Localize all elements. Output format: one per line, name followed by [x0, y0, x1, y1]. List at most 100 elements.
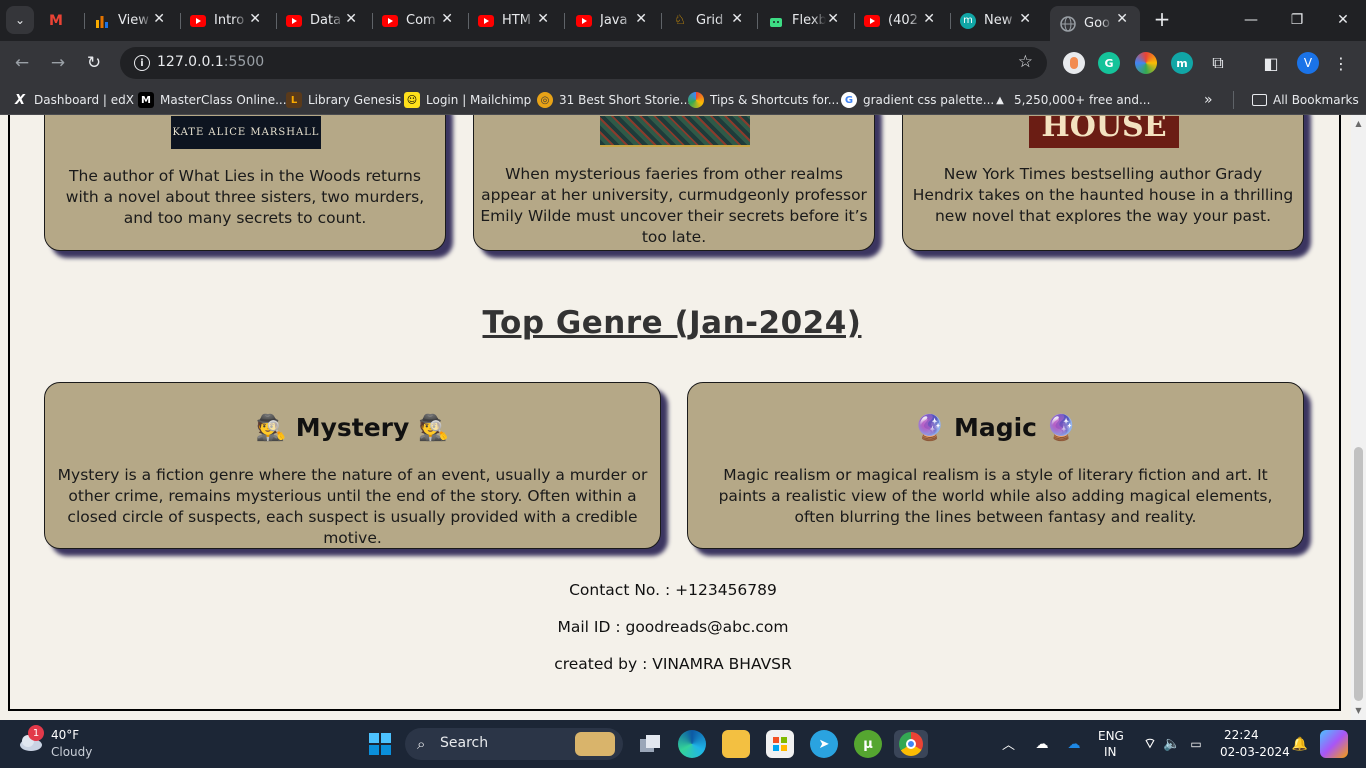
menu-dots-icon[interactable]: ⋮ [1330, 52, 1352, 74]
genre-description: Magic realism or magical realism is a st… [718, 466, 1273, 526]
side-panel-icon[interactable]: ◧ [1260, 52, 1282, 74]
edge-icon[interactable] [678, 730, 706, 758]
site-info-icon[interactable]: i [134, 55, 150, 71]
close-icon[interactable]: ✕ [249, 11, 261, 27]
tab-label: HTM [502, 13, 531, 28]
bookmark-free-images[interactable]: ▲ 5,250,000+ free and... [992, 91, 1150, 109]
reload-button[interactable]: ↻ [80, 49, 108, 77]
close-icon[interactable]: ✕ [537, 11, 549, 27]
close-icon[interactable]: ✕ [827, 11, 839, 27]
tab-label: Java [600, 13, 628, 28]
utorrent-icon[interactable]: µ [854, 730, 882, 758]
m-extension-icon[interactable]: m [1171, 52, 1193, 74]
windows-start-icon[interactable] [366, 730, 394, 758]
bookmark-gradient-css[interactable]: G gradient css palette... [841, 91, 994, 109]
weather-desc: Cloudy [51, 745, 93, 759]
tab-strip: ⌄ M View ✕ Intro ✕ Data ✕ Com ✕ HTM ✕ Ja… [0, 0, 1366, 41]
grammarly-icon[interactable]: G [1098, 52, 1120, 74]
notification-bell-icon[interactable]: 🔔 [1286, 730, 1314, 758]
task-view-icon[interactable] [636, 730, 664, 758]
tab-view[interactable]: View ✕ [84, 6, 177, 35]
close-icon[interactable]: ✕ [731, 11, 743, 27]
tab-com[interactable]: Com ✕ [372, 6, 465, 35]
tab-new[interactable]: m New ✕ [950, 6, 1043, 35]
tab-search-button[interactable]: ⌄ [6, 6, 34, 34]
bookmark-masterclass[interactable]: M MasterClass Online... [138, 91, 287, 109]
extensions-puzzle-icon[interactable]: ⧉ [1207, 52, 1229, 74]
taskbar-search[interactable]: ⌕ Search [405, 728, 623, 760]
color-picker-icon[interactable] [1135, 52, 1157, 74]
tab-intro[interactable]: Intro ✕ [180, 6, 273, 35]
book-cover-image: HOUSE [1029, 116, 1179, 148]
tab-grid[interactable]: ♘ Grid ✕ [662, 6, 755, 35]
tab-htm[interactable]: HTM ✕ [468, 6, 561, 35]
clock-date: 02-03-2024 [1220, 745, 1290, 759]
more-bookmarks-chevron-icon[interactable]: » [1204, 91, 1213, 109]
tab-gmail[interactable]: M [38, 6, 88, 35]
close-window-button[interactable]: ✕ [1320, 0, 1366, 40]
tab-youtube-402[interactable]: (402 ✕ [854, 6, 947, 35]
new-tab-button[interactable]: + [1150, 7, 1174, 31]
globe-icon [1060, 15, 1076, 32]
bookmark-edx[interactable]: X Dashboard | edX [12, 91, 134, 109]
page-viewport: KATE ALICE MARSHALL The author of What L… [0, 115, 1366, 720]
clock-time[interactable]: 22:24 [1224, 728, 1259, 742]
close-icon[interactable]: ✕ [153, 11, 165, 27]
close-icon[interactable]: ✕ [1019, 11, 1031, 27]
weather-widget[interactable]: 1 [18, 725, 44, 752]
language-indicator[interactable]: ENG [1098, 729, 1124, 743]
tab-label: Goo [1084, 16, 1110, 31]
bookmarks-divider [1233, 91, 1234, 109]
weather-temp: 40°F [51, 728, 80, 742]
search-icon: ⌕ [417, 735, 426, 753]
mailchimp-icon: ☺ [404, 92, 420, 108]
tray-chevron-icon[interactable]: ︿ [1002, 734, 1015, 753]
detective-icon: 🕵️ [418, 413, 450, 442]
book-description: New York Times bestselling author Grady … [912, 165, 1294, 225]
bookmark-mailchimp[interactable]: ☺ Login | Mailchimp [404, 91, 531, 109]
masterclass-icon: M [138, 92, 154, 108]
onedrive-icon[interactable]: ☁ [1028, 730, 1056, 758]
close-icon[interactable]: ✕ [923, 11, 935, 27]
browser-toolbar: ← → ↻ i 127.0.0.1:5500 ☆ G m ⧉ ◧ ⋮ [0, 41, 1366, 85]
scroll-up-icon[interactable]: ▲ [1354, 119, 1363, 128]
footer-contact: Contact No. : +123456789 [569, 581, 777, 599]
telegram-icon[interactable]: ➤ [810, 730, 838, 758]
copilot-icon[interactable] [1320, 730, 1348, 758]
chrome-taskbar-icon[interactable] [894, 730, 928, 758]
all-bookmarks-button[interactable]: All Bookmarks [1252, 91, 1359, 109]
onedrive-blue-icon[interactable]: ☁ [1060, 730, 1088, 758]
minimize-button[interactable]: — [1228, 0, 1274, 40]
tab-label: Com [406, 13, 436, 28]
profile-avatar[interactable]: V [1297, 52, 1319, 74]
extension-icon[interactable] [1063, 52, 1085, 74]
back-button[interactable]: ← [8, 49, 36, 77]
book-card: KATE ALICE MARSHALL The author of What L… [44, 115, 446, 251]
scrollbar-thumb[interactable] [1354, 447, 1363, 701]
restore-button[interactable]: ❐ [1274, 0, 1320, 40]
bookmark-star-icon[interactable]: ☆ [1018, 52, 1033, 72]
file-explorer-icon[interactable] [722, 730, 750, 758]
scroll-down-icon[interactable]: ▼ [1354, 706, 1363, 715]
close-icon[interactable]: ✕ [1116, 11, 1128, 27]
forward-button[interactable]: → [44, 49, 72, 77]
bookmark-short-stories[interactable]: ◎ 31 Best Short Storie... [537, 91, 691, 109]
tab-flexbox[interactable]: Flexb ✕ [758, 6, 851, 35]
battery-icon[interactable]: ▭ [1182, 730, 1210, 758]
tab-goodreads-active[interactable]: Goo ✕ [1050, 6, 1140, 41]
tab-label: Flexb [792, 13, 826, 28]
genre-section-title: Top Genre (Jan-2024) [482, 305, 862, 341]
url-text[interactable]: 127.0.0.1:5500 [157, 54, 264, 70]
page-scrollbar[interactable]: ▲ ▼ [1351, 115, 1366, 720]
tab-data[interactable]: Data ✕ [276, 6, 369, 35]
bookmark-tips-shortcuts[interactable]: G Tips & Shortcuts for... [688, 91, 839, 109]
close-icon[interactable]: ✕ [345, 11, 357, 27]
close-icon[interactable]: ✕ [635, 11, 647, 27]
tab-label: View [118, 13, 149, 28]
address-bar[interactable]: i 127.0.0.1:5500 ☆ [120, 47, 1047, 79]
close-icon[interactable]: ✕ [441, 11, 453, 27]
bookmark-library-genesis[interactable]: L Library Genesis [286, 91, 401, 109]
store-icon[interactable] [766, 730, 794, 758]
google-icon: G [841, 92, 857, 108]
tab-java[interactable]: Java ✕ [566, 6, 659, 35]
